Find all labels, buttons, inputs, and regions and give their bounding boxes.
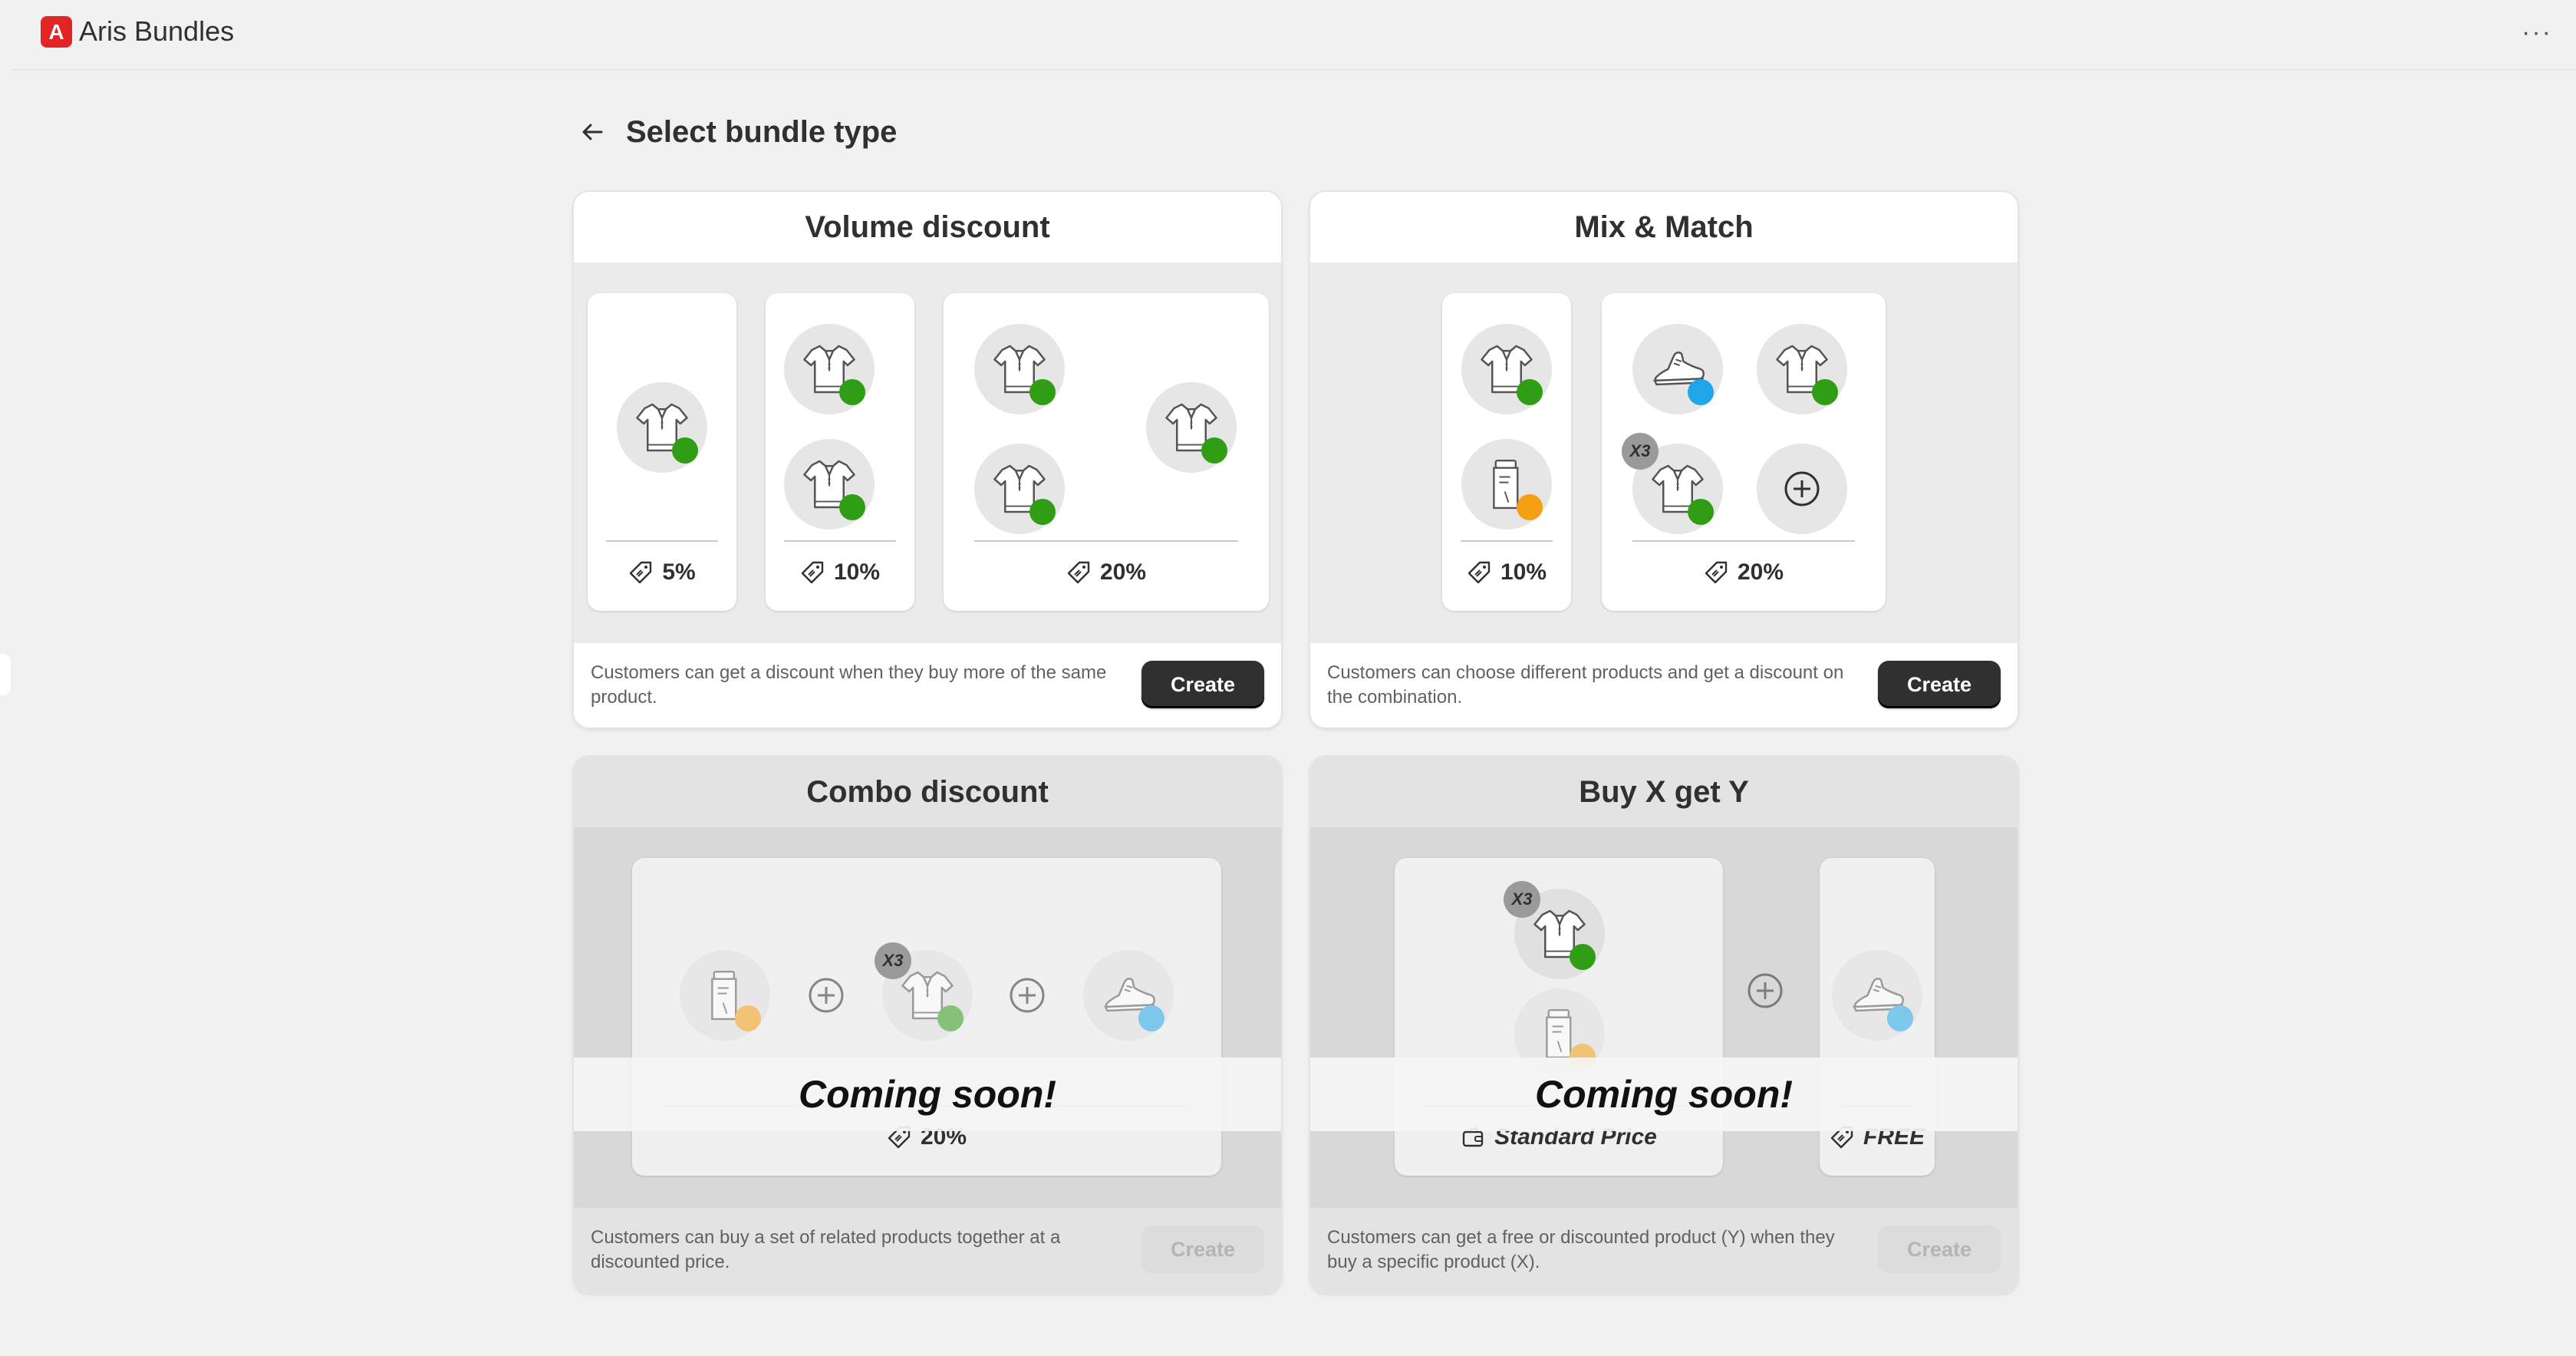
create-button[interactable]: Create (1878, 661, 2001, 708)
price-tag-icon (800, 560, 825, 585)
shirt-icon (974, 324, 1065, 414)
plus-circle-icon (1746, 972, 1784, 1010)
card-title: Combo discount (574, 757, 1281, 827)
sneaker-icon (1632, 324, 1723, 414)
tier-tile: 10% (1442, 293, 1571, 611)
app-logo-icon: A (41, 16, 72, 48)
coming-soon-banner: Coming soon! (574, 1057, 1281, 1131)
tier-price: 20% (944, 557, 1269, 588)
mix-match-card: Mix & Match 10% X3 20% Customers can cho… (1309, 190, 2019, 729)
card-footer: Customers can buy a set of related produ… (574, 1208, 1281, 1292)
price-tag-icon (628, 560, 653, 585)
divider (606, 540, 718, 542)
bottle-icon (680, 950, 770, 1041)
plus-circle-icon (807, 976, 845, 1015)
tier-price: 20% (1602, 557, 1886, 588)
buy-x-get-y-card: Buy X get Y X3 Standard Price FREE Comin… (1309, 755, 2019, 1294)
shirt-icon (617, 382, 707, 473)
shirt-icon (784, 439, 875, 530)
card-preview: 5% 10% 20% (574, 262, 1281, 643)
coming-soon-banner: Coming soon! (1310, 1057, 2018, 1131)
shirt-icon (1757, 324, 1847, 414)
create-button: Create (1878, 1226, 2001, 1273)
green-dot (672, 437, 698, 464)
app-name: Aris Bundles (79, 15, 235, 47)
back-arrow-icon[interactable] (577, 117, 608, 147)
bottle-icon (1461, 439, 1552, 530)
page-title: Select bundle type (626, 114, 898, 149)
create-button[interactable]: Create (1141, 661, 1264, 708)
quantity-badge: X3 (1504, 881, 1540, 918)
price-tag-icon (1704, 560, 1728, 585)
quantity-badge: X3 (1622, 433, 1659, 470)
card-preview: X3 20% Coming soon! (574, 827, 1281, 1208)
tier-tile: X3 20% (1602, 293, 1886, 611)
card-description: Customers can buy a set of related produ… (591, 1227, 1061, 1272)
page-header: Select bundle type (577, 111, 897, 153)
card-description: Customers can get a discount when they b… (591, 662, 1107, 708)
card-description: Customers can choose different products … (1327, 662, 1844, 708)
sneaker-icon (1083, 950, 1174, 1041)
price-tag-icon (1066, 560, 1091, 585)
shirt-icon (1461, 324, 1552, 414)
quantity-badge: X3 (875, 942, 911, 979)
card-footer: Customers can choose different products … (1310, 643, 2018, 727)
tier-tile: 10% (766, 293, 914, 611)
card-preview: X3 Standard Price FREE Coming soon! (1310, 827, 2018, 1208)
sidebar-handle[interactable] (0, 654, 11, 695)
plus-circle-icon (1008, 976, 1046, 1015)
volume-discount-card: Volume discount 5% 10% 20% Customers can… (572, 190, 1283, 729)
card-title: Volume discount (574, 192, 1281, 262)
card-footer: Customers can get a free or discounted p… (1310, 1208, 2018, 1292)
card-description: Customers can get a free or discounted p… (1327, 1227, 1835, 1272)
shirt-icon (1146, 382, 1237, 473)
tier-price: 5% (588, 557, 736, 588)
tier-price: 10% (1442, 557, 1571, 588)
create-button: Create (1141, 1226, 1264, 1273)
card-title: Mix & Match (1310, 192, 2018, 262)
tier-tile: 5% (588, 293, 736, 611)
shirt-icon (784, 324, 875, 414)
card-preview: 10% X3 20% (1310, 262, 2018, 643)
plus-circle-icon (1757, 444, 1847, 534)
card-footer: Customers can get a discount when they b… (574, 643, 1281, 727)
card-title: Buy X get Y (1310, 757, 2018, 827)
sneaker-icon (1832, 950, 1922, 1041)
combo-discount-card: Combo discount X3 20% Coming soon! Custo… (572, 755, 1283, 1294)
shirt-icon (974, 444, 1065, 534)
more-icon[interactable]: ··· (2518, 15, 2556, 49)
tier-tile: 20% (944, 293, 1269, 611)
price-tag-icon (1467, 560, 1491, 585)
tier-price: 10% (766, 557, 914, 588)
top-bar: A Aris Bundles ··· (12, 0, 2576, 71)
